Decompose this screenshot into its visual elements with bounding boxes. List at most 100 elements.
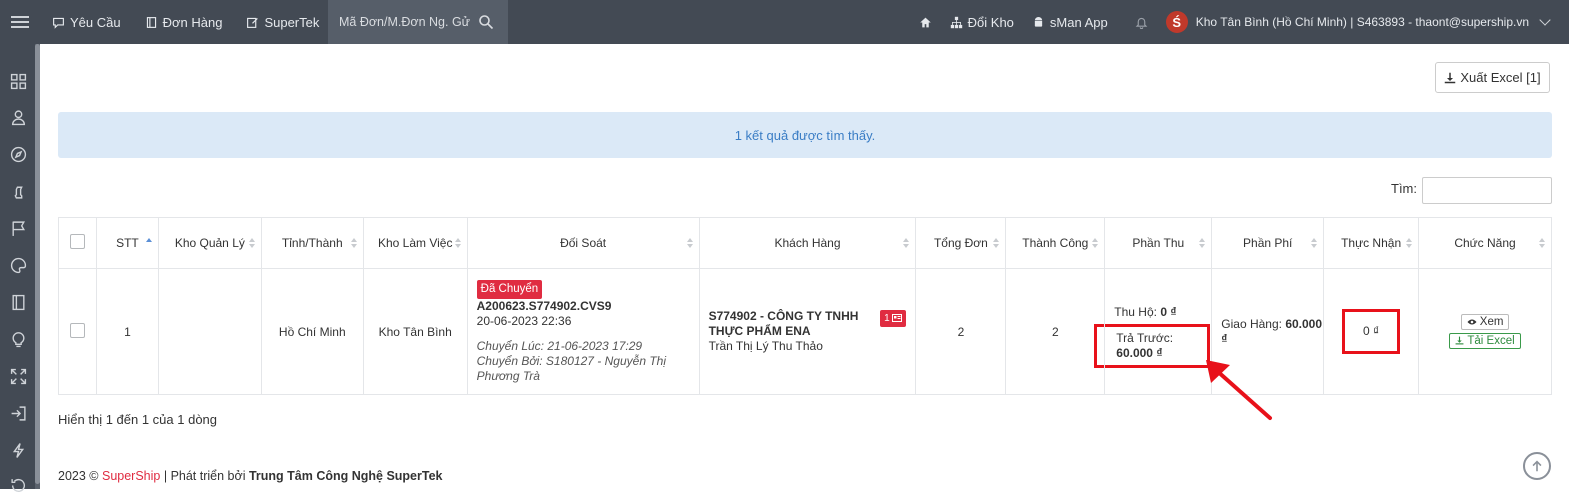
switch-warehouse-label: Đổi Kho	[967, 14, 1014, 30]
user-account-menu[interactable]: Kho Tân Bình (Hồ Chí Minh) | S463893 - t…	[1188, 15, 1535, 29]
sort-icon[interactable]	[248, 237, 255, 249]
palette-icon[interactable]	[10, 257, 27, 274]
column-header-kho-quan-ly[interactable]: Kho Quản Lý	[157, 217, 262, 269]
right-nav: Đổi Kho sMan App Ś Kho Tân Bình (Hồ Chí …	[910, 0, 1569, 44]
sort-icon[interactable]	[1199, 237, 1206, 249]
sort-icon[interactable]	[350, 237, 357, 249]
home-icon	[919, 17, 931, 27]
edit-icon	[247, 17, 259, 28]
home-button[interactable]	[910, 0, 941, 44]
copyright-prefix: 2023 ©	[58, 469, 99, 483]
column-header-stt[interactable]: STT	[95, 217, 159, 269]
chat-icon	[53, 17, 64, 29]
column-header-tong-don[interactable]: Tổng Đơn	[915, 217, 1007, 269]
nav-requests[interactable]: Yêu Cầu	[40, 0, 133, 44]
select-all-checkbox[interactable]	[69, 233, 85, 249]
cell-phan-thu: Thu Hộ: 0 ₫ Trả Trước: 60.000 ₫	[1094, 268, 1213, 395]
sort-asc-icon[interactable]	[145, 237, 152, 249]
cell-chuc-nang: Xem Tải Excel	[1418, 268, 1552, 395]
sort-icon[interactable]	[1092, 237, 1099, 249]
sidebar-scrollbar[interactable]	[35, 44, 40, 489]
column-header-phan-phi[interactable]: Phần Phí	[1211, 217, 1325, 269]
tra-truoc-value: 60.000 ₫	[1116, 346, 1163, 360]
switch-warehouse-button[interactable]: Đổi Kho	[941, 0, 1023, 44]
tra-truoc-label: Trả Trước:	[1116, 331, 1174, 345]
column-header-kho-lam-viec[interactable]: Kho Làm Việc	[362, 217, 468, 269]
menu-toggle-icon[interactable]	[0, 0, 40, 44]
row-checkbox[interactable]	[69, 322, 85, 338]
column-header-phan-phi-label: Phần Phí	[1243, 235, 1293, 250]
column-header-chuc-nang[interactable]: Chức Năng	[1418, 217, 1552, 269]
transfer-time: Chuyển Lúc: 21-06-2023 17:29	[476, 338, 643, 353]
sort-icon[interactable]	[903, 237, 910, 249]
sort-icon[interactable]	[1539, 237, 1545, 249]
order-search-input[interactable]: Mã Đơn/M.Đơn Ng. Gử	[328, 0, 508, 44]
thuc-nhan-value: 0 ₫	[1363, 324, 1380, 338]
user-icon[interactable]	[10, 109, 27, 126]
reconciliation-code[interactable]: A200623.S774902.CVS9	[477, 299, 612, 313]
table-search-input[interactable]	[1422, 177, 1552, 204]
row-select-cell	[58, 268, 97, 395]
column-header-kho-quan-ly-label: Kho Quản Lý	[174, 235, 245, 250]
nav-supertek[interactable]: SuperTek	[234, 0, 331, 44]
column-header-doi-soat-label: Đối Soát	[560, 235, 607, 250]
customer-contact: Trần Thị Lý Thu Thảo	[708, 339, 823, 353]
column-header-phan-thu[interactable]: Phần Thu	[1104, 217, 1213, 269]
column-header-thanh-cong-label: Thành Công	[1022, 235, 1089, 250]
column-header-khach-hang-label: Khách Hàng	[774, 235, 841, 250]
lightbulb-icon[interactable]	[10, 331, 27, 348]
column-header-thanh-cong[interactable]: Thành Công	[1005, 217, 1106, 269]
nav-supertek-label: SuperTek	[264, 14, 320, 30]
sort-icon[interactable]	[993, 237, 1000, 249]
export-excel-button[interactable]: Xuất Excel [1]	[1435, 62, 1550, 93]
customer-card-badge[interactable]: 1	[880, 310, 907, 327]
sort-icon[interactable]	[1406, 237, 1413, 249]
column-header-kho-lam-viec-label: Kho Làm Việc	[377, 235, 453, 250]
chevron-down-icon[interactable]	[1539, 14, 1551, 26]
expand-icon[interactable]	[10, 368, 27, 385]
grid-icon[interactable]	[10, 73, 27, 90]
sidebar-scroll-thumb[interactable]	[35, 44, 40, 484]
download-excel-label: Tải Excel	[1467, 335, 1515, 347]
notifications-button[interactable]	[1117, 0, 1166, 44]
sitemap-icon	[950, 16, 962, 28]
customer-badge-count: 1	[884, 313, 890, 324]
scroll-to-top-button[interactable]	[1523, 452, 1551, 480]
flag-icon[interactable]	[10, 220, 27, 237]
results-count-text: 1 kết quả được tìm thấy.	[734, 127, 876, 143]
column-header-tinh-thanh[interactable]: Tỉnh/Thành	[260, 217, 364, 269]
download-excel-button[interactable]: Tải Excel	[1449, 333, 1521, 349]
tra-truoc-highlight: Trả Trước: 60.000 ₫	[1094, 324, 1211, 368]
sort-icon[interactable]	[1311, 237, 1318, 249]
cell-khach-hang: S774902 - CÔNG TY TNHH THỰC PHẨM ENA Trầ…	[698, 268, 917, 395]
cell-thanh-cong: 2	[1005, 268, 1106, 395]
view-button-label: Xem	[1479, 316, 1504, 328]
sman-app-label: sMan App	[1049, 14, 1108, 30]
search-icon[interactable]	[478, 14, 494, 30]
chess-icon[interactable]	[10, 183, 27, 200]
reconciliation-date: 20-06-2023 22:36	[476, 313, 572, 328]
compass-icon[interactable]	[10, 146, 27, 163]
column-header-thuc-nhan[interactable]: Thực Nhận	[1323, 217, 1420, 269]
sort-icon[interactable]	[686, 237, 693, 249]
thuc-nhan-highlight: 0 ₫	[1342, 309, 1401, 354]
history-icon[interactable]	[10, 477, 27, 494]
view-button[interactable]: Xem	[1460, 314, 1510, 330]
sman-app-button[interactable]: sMan App	[1023, 0, 1117, 44]
sign-in-icon[interactable]	[10, 405, 27, 422]
download-icon	[1455, 337, 1464, 345]
column-header-khach-hang[interactable]: Khách Hàng	[698, 217, 917, 269]
sort-icon[interactable]	[454, 237, 461, 249]
developer-prefix: | Phát triển bởi	[163, 469, 246, 483]
brand-link[interactable]: SuperShip	[102, 469, 160, 483]
bolt-icon[interactable]	[10, 442, 27, 459]
nav-orders[interactable]: Đơn Hàng	[133, 0, 235, 44]
thu-ho-line: Thu Hộ: 0 ₫	[1113, 305, 1211, 320]
developer-name: Trung Tâm Công Nghệ SuperTek	[248, 469, 443, 483]
book-icon[interactable]	[10, 294, 27, 311]
table-search-label: Tìm:	[1391, 181, 1417, 196]
column-header-doi-soat[interactable]: Đối Soát	[466, 217, 700, 269]
copyright-footer: 2023 © SuperShip | Phát triển bởi Trung …	[58, 469, 442, 483]
export-excel-label: Xuất Excel [1]	[1460, 70, 1541, 85]
annotation-arrow	[1206, 360, 1272, 420]
